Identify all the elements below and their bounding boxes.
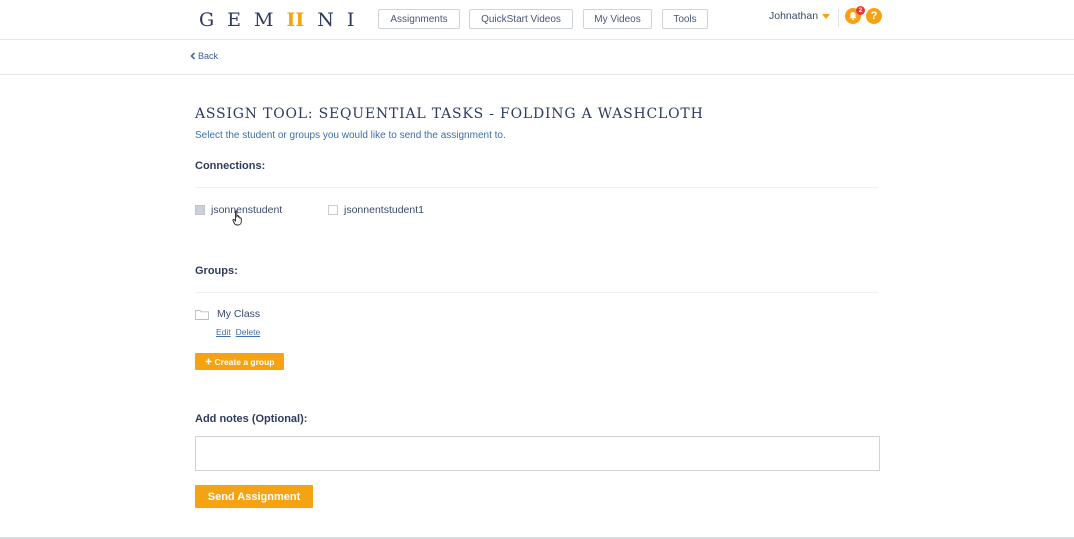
connection-label: jsonnentstudent1 xyxy=(344,204,424,216)
help-icon[interactable]: ? xyxy=(866,8,882,24)
nav-tools-button[interactable]: Tools xyxy=(662,9,708,29)
logo-text-end: NI xyxy=(317,9,368,31)
connections-heading: Connections: xyxy=(195,160,266,172)
nav-assignments-button[interactable]: Assignments xyxy=(378,9,460,29)
edit-group-link[interactable]: Edit xyxy=(216,327,231,337)
chevron-down-icon xyxy=(822,14,831,19)
notes-heading: Add notes (Optional): xyxy=(195,413,308,425)
groups-heading: Groups: xyxy=(195,265,238,277)
connection-checkbox-jsonnentstudent1[interactable]: jsonnentstudent1 xyxy=(328,204,424,216)
connection-label: jsonnenstudent xyxy=(211,204,283,216)
nav-quickstart-videos-button[interactable]: QuickStart Videos xyxy=(469,9,573,29)
back-bar: Back xyxy=(0,40,1074,75)
back-link[interactable]: Back xyxy=(190,51,218,61)
group-item[interactable]: My Class xyxy=(195,308,260,320)
hand-pointer-cursor-icon xyxy=(232,210,242,226)
chevron-left-icon xyxy=(190,52,196,60)
groups-divider xyxy=(195,292,878,293)
top-navbar: GEM II NI Assignments QuickStart Videos My… xyxy=(0,0,1074,40)
logo-text-start: GEM xyxy=(199,9,287,31)
gemiini-logo[interactable]: GEM II NI xyxy=(199,7,367,33)
notification-count-badge: 2 xyxy=(856,6,865,15)
checkbox[interactable] xyxy=(328,205,338,215)
folder-icon xyxy=(195,309,209,320)
plus-icon xyxy=(205,358,211,365)
checkbox[interactable] xyxy=(195,205,205,215)
create-group-label: Create a group xyxy=(214,356,275,367)
send-assignment-button[interactable]: Send Assignment xyxy=(195,485,313,508)
user-menu[interactable]: Johnathan xyxy=(769,10,831,22)
group-actions: Edit Delete xyxy=(216,327,260,337)
user-name: Johnathan xyxy=(769,10,819,22)
page-title: ASSIGN TOOL: SEQUENTIAL TASKS - FOLDING … xyxy=(195,106,704,122)
connections-divider xyxy=(195,187,878,188)
group-name: My Class xyxy=(217,308,261,320)
nav-my-videos-button[interactable]: My Videos xyxy=(583,9,652,29)
page-subtitle: Select the student or groups you would l… xyxy=(195,130,506,141)
logo-mark: II xyxy=(286,9,305,31)
create-group-button[interactable]: Create a group xyxy=(195,353,284,370)
notes-textarea[interactable] xyxy=(195,436,880,471)
back-label: Back xyxy=(198,51,219,61)
header-divider xyxy=(838,9,839,27)
delete-group-link[interactable]: Delete xyxy=(236,327,261,337)
